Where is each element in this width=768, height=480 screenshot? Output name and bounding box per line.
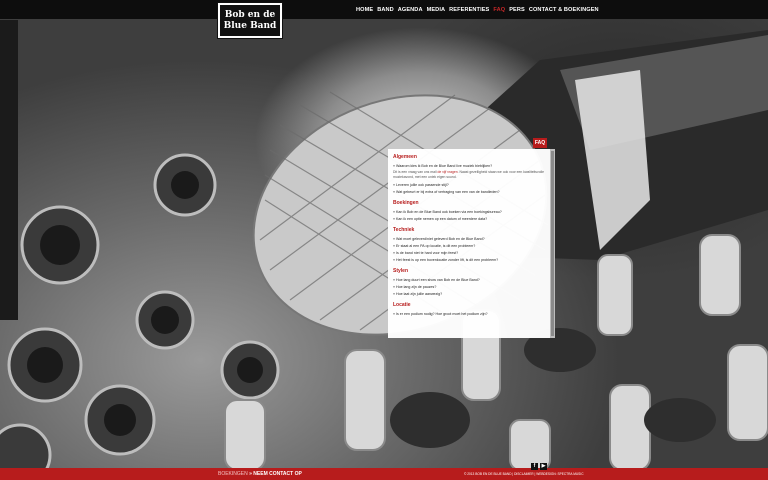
footer-contact[interactable]: BOEKINGEN » NEEM CONTACT OP xyxy=(218,471,302,477)
nav-contact[interactable]: CONTACT & BOEKINGEN xyxy=(529,7,599,13)
faq-question[interactable]: » Is de band niet te hard voor mijn fees… xyxy=(393,250,547,257)
nav-agenda[interactable]: AGENDA xyxy=(398,7,423,13)
faq-question[interactable]: » Wat gebeurt er bij extra of vertraging… xyxy=(393,189,547,196)
faq-tab-label: FAQ xyxy=(533,138,547,148)
faq-question[interactable]: » Hoe lang duurt een show van Bob en de … xyxy=(393,277,547,284)
logo-line-1: Bob en de xyxy=(224,10,276,20)
scrollbar[interactable] xyxy=(550,149,555,338)
faq-category-techniek: Techniek xyxy=(393,227,415,233)
nav-faq[interactable]: FAQ xyxy=(493,7,505,13)
main-nav: HOME BAND AGENDA MEDIA REFERENTIES FAQ P… xyxy=(356,0,603,19)
faq-answer: Dit is een vraag van ons mail de vijf vr… xyxy=(393,170,544,179)
nav-pers[interactable]: PERS xyxy=(509,7,525,13)
faq-category-stylen: Stylen xyxy=(393,268,409,274)
logo-line-2: Blue Band xyxy=(223,21,277,31)
site-logo[interactable]: Bob en de Blue Band xyxy=(217,2,283,39)
nav-media[interactable]: MEDIA xyxy=(427,7,446,13)
faq-question[interactable]: » Kan ik een optie nemen op een datum of… xyxy=(393,216,547,223)
footer-copyright: © 2013 BOB EN DE BLUE BAND | DISCLAIMER … xyxy=(464,472,584,476)
nav-referenties[interactable]: REFERENTIES xyxy=(449,7,489,13)
faq-category-locatie: Locatie xyxy=(393,302,411,308)
faq-question[interactable]: » Hoe lang zijn de pauzes? xyxy=(393,284,547,291)
nav-band[interactable]: BAND xyxy=(377,7,394,13)
youtube-icon[interactable]: ▶ xyxy=(540,463,547,470)
faq-question[interactable]: » Leveren jullie ook passende stijl? xyxy=(393,182,547,189)
faq-panel: Algemeen » Waarom kies ik Bob en de Blue… xyxy=(388,149,555,338)
footer-contact-prefix: BOEKINGEN xyxy=(218,471,248,477)
footer-contact-cta[interactable]: » NEEM CONTACT OP xyxy=(249,471,302,477)
footer-bar: BOEKINGEN » NEEM CONTACT OP © 2013 BOB E… xyxy=(0,468,768,480)
mixer-illustration xyxy=(0,20,768,480)
faq-question[interactable]: » Wat moet geleverd/niet geleverd Bob en… xyxy=(393,236,547,243)
facebook-icon[interactable]: f xyxy=(531,463,538,470)
faq-category-boekingen: Boekingen xyxy=(393,200,419,206)
faq-question[interactable]: » Het feest is op een bovenlocatie zonde… xyxy=(393,257,547,264)
scrollbar-thumb[interactable] xyxy=(551,151,554,336)
faq-question[interactable]: » Kan ik Bob en de Blue Band ook boeken … xyxy=(393,209,547,216)
background-photo xyxy=(0,0,768,480)
faq-category-algemeen: Algemeen xyxy=(393,154,417,160)
faq-question[interactable]: » Waarom kies ik Bob en de Blue Band liv… xyxy=(393,163,547,170)
faq-question[interactable]: » Er staat al een PA op locatie, is dit … xyxy=(393,243,547,250)
faq-question[interactable]: » Is er een podium nodig? Hoe groot moet… xyxy=(393,311,547,318)
nav-home[interactable]: HOME xyxy=(356,7,373,13)
faq-question[interactable]: » Hoe laat zijn jullie aanwezig? xyxy=(393,291,547,298)
faq-answer-link[interactable]: de vijf vragen xyxy=(437,170,457,174)
